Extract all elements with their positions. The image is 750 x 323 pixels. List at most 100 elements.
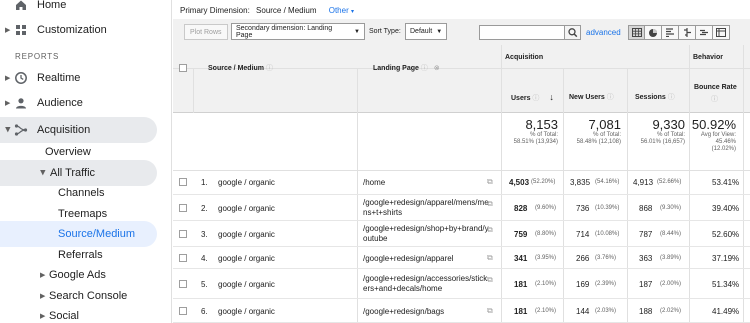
external-link-icon[interactable]: ⧉ — [487, 306, 493, 316]
row-new-users: 3,835 — [570, 178, 591, 187]
performance-view-button[interactable] — [662, 25, 679, 40]
row-users-pct: (9.60%) — [535, 205, 557, 211]
table-row[interactable]: 3. google / organic /google+redesign/sho… — [173, 221, 750, 247]
external-link-icon[interactable]: ⧉ — [487, 253, 493, 263]
table-row[interactable]: 2. google / organic /google+redesign/app… — [173, 195, 750, 221]
totals-row: 8,153 % of Total: 58.51% (13,934) 7,081 … — [173, 113, 750, 171]
comparison-icon — [684, 28, 691, 37]
total-sessions: 9,330 — [652, 117, 685, 132]
row-landing-page[interactable]: /google+redesign/bags — [363, 307, 489, 317]
external-link-icon[interactable]: ⧉ — [487, 275, 493, 285]
report-main: Primary Dimension: Source / Medium Other… — [173, 0, 750, 323]
chevron-down-icon: ▶ — [39, 170, 46, 176]
row-sessions: 787 — [639, 230, 653, 239]
row-sessions-pct: (8.44%) — [660, 231, 682, 237]
row-sessions: 363 — [639, 254, 653, 263]
column-header-landing-page[interactable]: Landing Page ⓘ ⊗ — [373, 63, 440, 73]
column-header-new-users[interactable]: New Users ⓘ — [569, 92, 614, 102]
row-landing-page[interactable]: /google+redesign/apparel — [363, 254, 489, 264]
chevron-down-icon: ▾ — [350, 9, 354, 15]
search-button[interactable] — [564, 26, 580, 39]
table-toolbar: Plot Rows Secondary dimension: Landing P… — [173, 19, 750, 45]
sidebar-item-customization[interactable]: ▶ Customization — [0, 17, 160, 43]
row-new-users: 266 — [576, 254, 590, 263]
chevron-right-icon: ▶ — [40, 293, 46, 300]
row-source-medium[interactable]: google / organic — [218, 230, 275, 239]
column-header-sessions[interactable]: Sessions ⓘ — [635, 92, 675, 102]
sidebar-item-label: Overview — [45, 146, 91, 158]
sidebar-item-home[interactable]: Home — [0, 0, 160, 18]
table-view-button[interactable] — [628, 25, 645, 40]
pie-chart-icon — [649, 28, 657, 37]
row-source-medium[interactable]: google / organic — [218, 307, 275, 316]
row-source-medium[interactable]: google / organic — [218, 204, 275, 213]
external-link-icon[interactable]: ⧉ — [487, 225, 493, 235]
column-label: Bounce Rate — [694, 84, 737, 91]
row-bounce-rate: 41.49% — [712, 307, 740, 316]
row-source-medium[interactable]: google / organic — [218, 178, 275, 187]
column-header-source-medium[interactable]: Source / Medium ⓘ — [208, 63, 273, 73]
row-source-medium[interactable]: google / organic — [218, 280, 275, 289]
row-checkbox[interactable] — [179, 178, 187, 186]
comparison-view-button[interactable] — [679, 25, 696, 40]
column-label: New Users — [569, 94, 605, 101]
row-landing-page[interactable]: /google+redesign/shop+by+brand/youtube — [363, 224, 489, 243]
total-new-users: 7,081 — [588, 117, 621, 132]
table-row[interactable]: 5. google / organic /google+redesign/acc… — [173, 269, 750, 299]
row-checkbox[interactable] — [179, 204, 187, 212]
primary-dimension-other[interactable]: Other ▾ — [329, 6, 354, 15]
column-label: Landing Page — [373, 65, 419, 72]
total-users-of: 58.51% (13,934) — [513, 139, 558, 145]
person-icon — [16, 98, 26, 109]
select-all-checkbox[interactable] — [179, 64, 187, 72]
pivot-view-button[interactable] — [713, 25, 730, 40]
table-search-input[interactable] — [479, 25, 581, 40]
primary-dimension-value[interactable]: Source / Medium — [256, 6, 316, 15]
table-row[interactable]: 6. google / organic /google+redesign/bag… — [173, 299, 750, 323]
remove-dimension-icon[interactable]: ⊗ — [434, 65, 440, 72]
advanced-filter-link[interactable]: advanced — [586, 28, 621, 37]
help-icon: ⓘ — [606, 94, 614, 101]
row-users: 828 — [514, 204, 528, 213]
plot-rows-button[interactable]: Plot Rows — [184, 24, 228, 40]
row-checkbox[interactable] — [179, 307, 187, 315]
term-cloud-view-button[interactable] — [696, 25, 713, 40]
analytics-app: Home ▶ Customization REPORTS ▶ Realtime … — [0, 0, 750, 323]
external-link-icon[interactable]: ⧉ — [487, 177, 493, 187]
chevron-down-icon: ▶ — [4, 127, 11, 133]
row-landing-page[interactable]: /home — [363, 178, 489, 188]
pie-view-button[interactable] — [645, 25, 662, 40]
secondary-dimension-select[interactable]: Secondary dimension: Landing Page ▼ — [231, 23, 365, 40]
sidebar-item-label: Acquisition — [37, 124, 91, 136]
row-new-users: 144 — [576, 307, 590, 316]
column-header-users[interactable]: Users ⓘ ↓ — [511, 92, 554, 103]
grid-icon — [631, 28, 642, 37]
row-checkbox[interactable] — [179, 280, 187, 288]
chevron-right-icon: ▶ — [5, 27, 11, 34]
sort-type-select[interactable]: Default ▼ — [405, 23, 447, 40]
row-sessions-pct: (2.00%) — [660, 281, 682, 287]
sidebar-item-audience[interactable]: ▶ Audience — [0, 90, 160, 116]
row-checkbox[interactable] — [179, 254, 187, 262]
column-divider — [193, 69, 194, 113]
row-sessions-pct: (2.02%) — [660, 308, 682, 314]
row-sessions-pct: (52.66%) — [657, 179, 682, 185]
table-row[interactable]: 4. google / organic /google+redesign/app… — [173, 247, 750, 269]
sort-desc-icon: ↓ — [549, 92, 554, 102]
other-label: Other — [328, 6, 349, 15]
sidebar-item-realtime[interactable]: ▶ Realtime — [0, 65, 160, 91]
column-header-bounce-rate[interactable]: Bounce Rate — [694, 84, 737, 91]
row-users: 759 — [514, 230, 528, 239]
row-source-medium[interactable]: google / organic — [218, 254, 275, 263]
row-landing-page[interactable]: /google+redesign/apparel/mens/mens+t+shi… — [363, 198, 489, 217]
customization-icon — [16, 25, 26, 35]
row-users: 4,503 — [509, 178, 530, 187]
sidebar-item-social[interactable]: ▶ Social — [0, 303, 160, 323]
table-row[interactable]: 1. google / organic /home ⧉ 4,503 (52.20… — [173, 171, 750, 195]
chevron-down-icon: ▼ — [436, 28, 443, 35]
help-icon: ⓘ — [711, 96, 718, 103]
row-sessions: 868 — [639, 204, 653, 213]
external-link-icon[interactable]: ⧉ — [487, 199, 493, 209]
row-landing-page[interactable]: /google+redesign/accessories/stickers+an… — [363, 274, 489, 293]
row-checkbox[interactable] — [179, 230, 187, 238]
